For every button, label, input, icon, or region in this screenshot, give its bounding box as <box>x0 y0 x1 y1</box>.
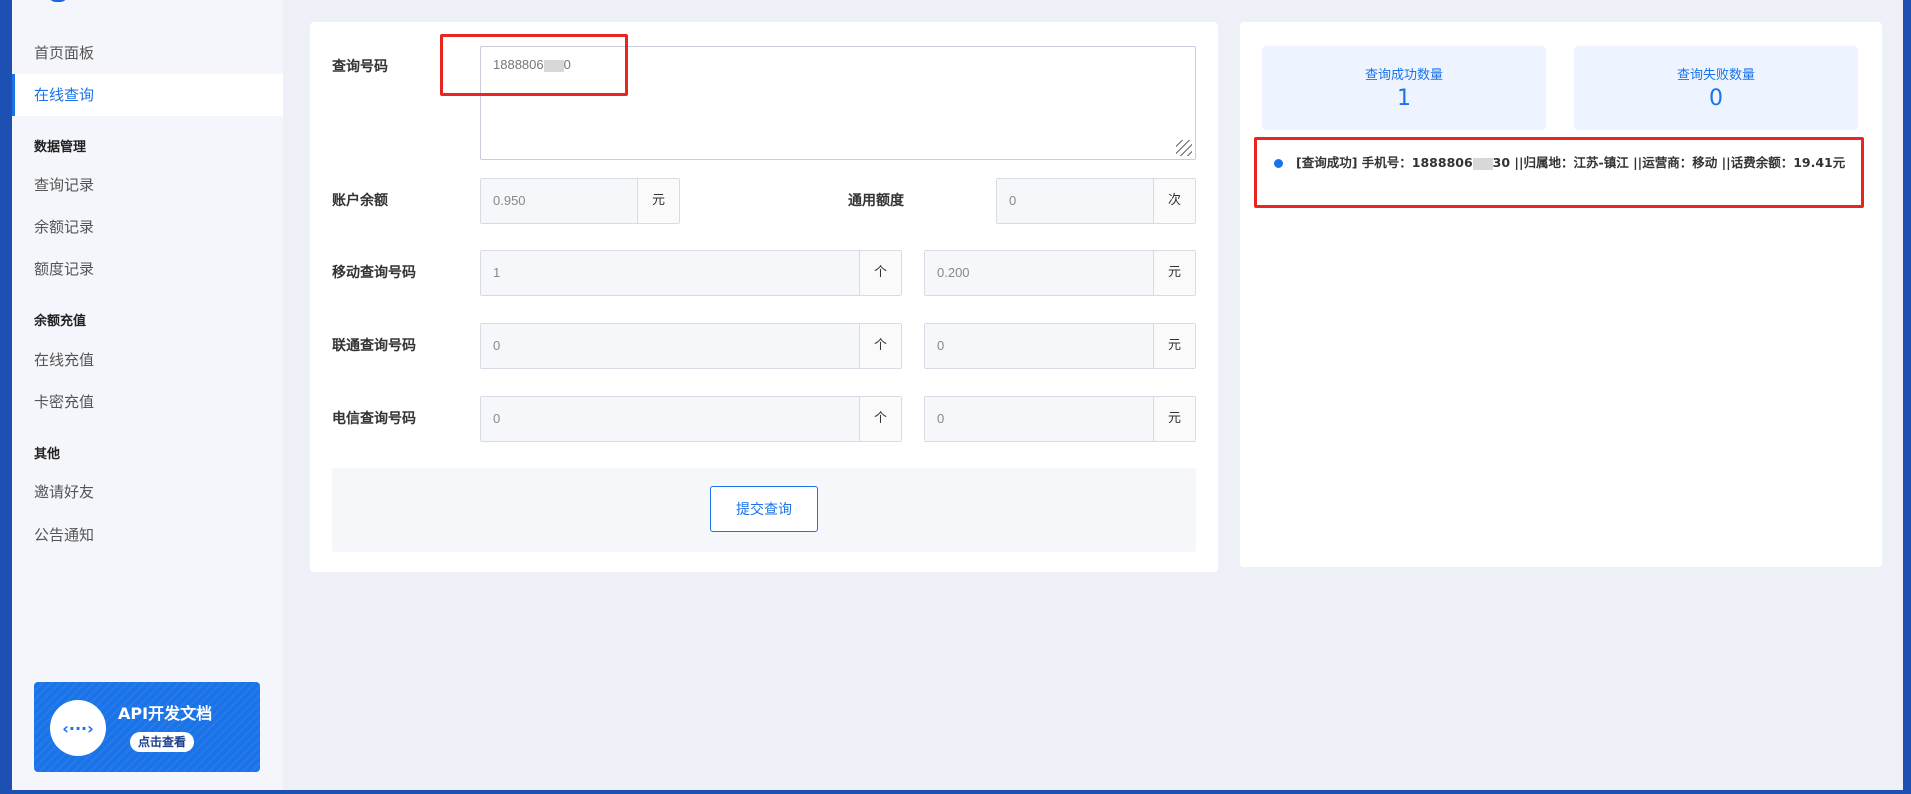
sidebar-group-data-management: 数据管理 <box>34 140 87 155</box>
balance-unit: 元 <box>637 179 679 223</box>
sidebar-item-label: 邀请好友 <box>34 483 95 501</box>
sidebar-item-label: 余额记录 <box>34 218 95 236</box>
telecom-cost-input[interactable]: 0 <box>925 397 1153 441</box>
success-count-label: 查询成功数量 <box>1364 68 1443 83</box>
result-text-start: [查询成功] 手机号：1888806 <box>1296 155 1473 170</box>
mobile-query-label: 移动查询号码 <box>332 265 416 281</box>
sidebar-item-online-recharge[interactable]: 在线充值 <box>12 339 283 381</box>
result-list-item: [查询成功] 手机号：1888806 30 ||归属地：江苏-镇江 ||运营商：移… <box>1274 150 1864 176</box>
mobile-count-field[interactable]: 1 个 <box>480 250 902 296</box>
unicom-cost-unit: 元 <box>1153 324 1195 368</box>
quota-label: 通用额度 <box>848 193 904 209</box>
results-card: 查询成功数量 1 查询失败数量 0 [查询成功] 手机号：1888806 30 |… <box>1240 22 1882 567</box>
window-frame-right <box>1903 0 1911 794</box>
redaction-mask <box>543 59 564 72</box>
query-number-textarea[interactable]: 1888806 0 <box>480 46 1196 160</box>
sidebar-item-card-recharge[interactable]: 卡密充值 <box>12 381 283 423</box>
unicom-count-unit: 个 <box>859 324 901 368</box>
telecom-count-unit: 个 <box>859 397 901 441</box>
balance-label: 账户余额 <box>332 193 388 209</box>
mobile-cost-unit: 元 <box>1153 251 1195 295</box>
sidebar-item-quota-records[interactable]: 额度记录 <box>12 248 283 290</box>
window-frame-bottom <box>0 790 1911 794</box>
bullet-dot-icon <box>1274 159 1283 168</box>
sidebar-item-query-records[interactable]: 查询记录 <box>12 164 283 206</box>
success-count-value: 1 <box>1397 86 1411 111</box>
sidebar-item-label: 首页面板 <box>34 44 95 62</box>
mobile-cost-field[interactable]: 0.200 元 <box>924 250 1196 296</box>
submit-query-button[interactable]: 提交查询 <box>710 486 818 532</box>
sidebar-item-label: 在线充值 <box>34 351 95 369</box>
quota-input[interactable]: 0 <box>997 179 1153 223</box>
telecom-cost-unit: 元 <box>1153 397 1195 441</box>
mobile-count-input[interactable]: 1 <box>481 251 859 295</box>
redaction-mask <box>1472 157 1493 170</box>
unicom-cost-field[interactable]: 0 元 <box>924 323 1196 369</box>
logo <box>48 0 68 2</box>
sidebar-item-label: 卡密充值 <box>34 393 95 411</box>
sidebar-item-dashboard[interactable]: 首页面板 <box>12 32 283 74</box>
sidebar-item-label: 查询记录 <box>34 176 95 194</box>
mobile-cost-input[interactable]: 0.200 <box>925 251 1153 295</box>
quota-unit: 次 <box>1153 179 1195 223</box>
sidebar-item-label: 额度记录 <box>34 260 95 278</box>
fail-count-value: 0 <box>1709 86 1723 111</box>
sidebar-item-label: 公告通知 <box>34 526 95 544</box>
api-docs-view-button[interactable]: 点击查看 <box>130 732 195 752</box>
sidebar-item-announcements[interactable]: 公告通知 <box>12 514 283 556</box>
api-docs-title: API开发文档 <box>118 704 213 723</box>
quota-field[interactable]: 0 次 <box>996 178 1196 224</box>
query-number-value-end: 0 <box>563 57 571 72</box>
submit-area: 提交查询 <box>332 468 1196 552</box>
api-docs-card[interactable]: ‹···› API开发文档 点击查看 <box>34 682 260 772</box>
balance-field[interactable]: 0.950 元 <box>480 178 680 224</box>
window-frame-left <box>0 0 12 794</box>
balance-input[interactable]: 0.950 <box>481 179 637 223</box>
telecom-count-field[interactable]: 0 个 <box>480 396 902 442</box>
resize-handle-icon[interactable] <box>1176 140 1192 156</box>
result-text-end: 30 ||归属地：江苏-镇江 ||运营商：移动 ||话费余额：19.41元 <box>1492 155 1846 170</box>
fail-count-box: 查询失败数量 0 <box>1574 46 1858 130</box>
telecom-count-input[interactable]: 0 <box>481 397 859 441</box>
sidebar: 首页面板 在线查询 数据管理 查询记录 余额记录 额度记录 余额充值 在线充值 … <box>12 0 283 790</box>
success-count-box: 查询成功数量 1 <box>1262 46 1546 130</box>
sidebar-item-online-query[interactable]: 在线查询 <box>12 74 283 116</box>
query-number-value: 1888806 <box>493 57 544 72</box>
sidebar-group-recharge: 余额充值 <box>34 314 87 329</box>
query-form-card: 查询号码 1888806 0 账户余额 0.950 元 通用额度 0 次 移动查询… <box>310 22 1218 572</box>
fail-count-label: 查询失败数量 <box>1676 68 1755 83</box>
unicom-count-field[interactable]: 0 个 <box>480 323 902 369</box>
unicom-cost-input[interactable]: 0 <box>925 324 1153 368</box>
mobile-count-unit: 个 <box>859 251 901 295</box>
telecom-cost-field[interactable]: 0 元 <box>924 396 1196 442</box>
sidebar-group-other: 其他 <box>34 447 61 462</box>
unicom-query-label: 联通查询号码 <box>332 338 416 354</box>
sidebar-item-invite-friends[interactable]: 邀请好友 <box>12 471 283 513</box>
sidebar-item-label: 在线查询 <box>34 86 95 104</box>
query-number-label: 查询号码 <box>332 59 388 75</box>
code-icon: ‹···› <box>50 700 106 756</box>
sidebar-item-balance-records[interactable]: 余额记录 <box>12 206 283 248</box>
unicom-count-input[interactable]: 0 <box>481 324 859 368</box>
telecom-query-label: 电信查询号码 <box>332 411 416 427</box>
